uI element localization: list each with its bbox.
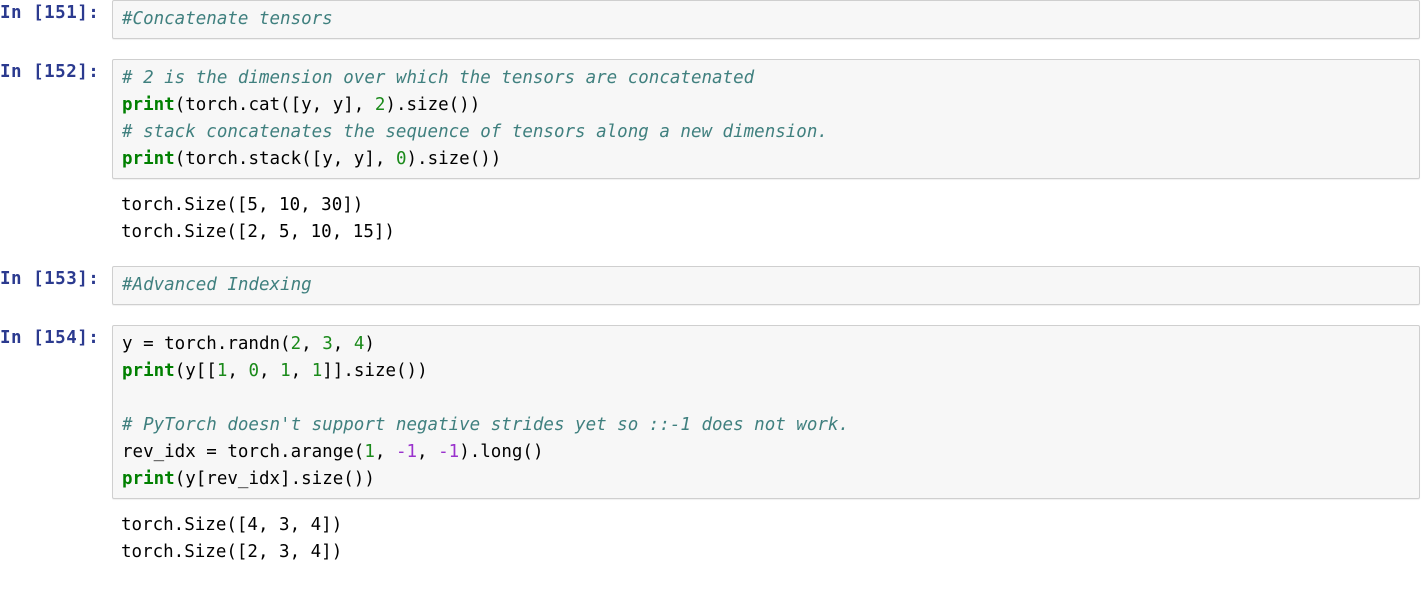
code-token-plain: , (332, 334, 354, 354)
cell-output-spacer (0, 179, 1425, 192)
output-prompt-spacer (0, 512, 112, 539)
code-token-plain: , (227, 361, 249, 381)
code-token-comment: # 2 is the dimension over which the tens… (122, 68, 755, 88)
code-line: #Advanced Indexing (122, 272, 1419, 299)
code-token-plain: y = torch.randn( (122, 334, 291, 354)
between-cells-spacer (0, 246, 1425, 266)
input-prompt-label: In [154]: (0, 328, 100, 348)
code-token-comment: #Advanced Indexing (122, 275, 312, 295)
output-line: torch.Size([4, 3, 4]) (121, 515, 343, 535)
code-token-number: 2 (374, 95, 386, 115)
code-line: # stack concatenates the sequence of ten… (122, 119, 1419, 146)
code-token-number: 0 (248, 361, 260, 381)
code-line: rev_idx = torch.arange(1, -1, -1).long() (122, 439, 1419, 466)
code-token-builtin: print (122, 149, 175, 169)
code-line: y = torch.randn(2, 3, 4) (122, 331, 1419, 358)
code-token-plain: ]].size()) (322, 361, 428, 381)
code-token-plain: , (290, 361, 312, 381)
code-token-plain: (y[rev_idx].size()) (174, 469, 375, 489)
code-token-plain: , (374, 442, 396, 462)
code-editor[interactable]: #Concatenate tensors (112, 0, 1420, 39)
output-line: torch.Size([2, 3, 4]) (121, 542, 343, 562)
input-prompt-label: In [152]: (0, 62, 100, 82)
code-token-builtin: print (122, 469, 175, 489)
code-line: print(y[rev_idx].size()) (122, 466, 1419, 493)
stdout-stream: torch.Size([5, 10, 30]) torch.Size([2, 5,… (112, 192, 1425, 246)
code-token-comment: #Concatenate tensors (122, 9, 333, 29)
input-prompt-label: In [153]: (0, 269, 100, 289)
code-token-plain: , (417, 442, 439, 462)
code-editor[interactable]: #Advanced Indexing (112, 266, 1420, 305)
between-cells-spacer (0, 305, 1425, 325)
code-token-number: 2 (290, 334, 302, 354)
code-line: # PyTorch doesn't support negative strid… (122, 412, 1419, 439)
code-token-builtin: print (122, 95, 175, 115)
code-token-number: 0 (395, 149, 407, 169)
code-token-number: 1 (280, 361, 291, 381)
code-token-plain: ).size()) (385, 95, 481, 115)
code-token-number: 3 (322, 334, 333, 354)
code-token-negative-number: -1 (395, 442, 418, 462)
code-line: print(torch.stack([y, y], 0).size()) (122, 146, 1419, 173)
code-editor[interactable]: y = torch.randn(2, 3, 4) print(y[[1, 0, 1… (112, 325, 1420, 499)
code-token-plain: (torch.stack([y, y], (174, 149, 396, 169)
code-line: # 2 is the dimension over which the tens… (122, 65, 1419, 92)
code-token-number: 1 (216, 361, 228, 381)
stdout-stream: torch.Size([4, 3, 4]) torch.Size([2, 3, 4… (112, 512, 1425, 566)
code-token-plain: , (301, 334, 323, 354)
code-token-plain: ).long() (459, 442, 544, 462)
code-token-comment: # stack concatenates the sequence of ten… (122, 122, 828, 142)
code-line: print(torch.cat([y, y], 2).size()) (122, 92, 1419, 119)
code-token-number: 1 (311, 361, 323, 381)
code-cell[interactable]: In [153]: #Advanced Indexing (0, 266, 1425, 305)
code-token-builtin: print (122, 361, 175, 381)
cell-output: torch.Size([5, 10, 30]) torch.Size([2, 5,… (0, 192, 1425, 246)
code-cell[interactable]: In [154]: y = torch.randn(2, 3, 4) print(y… (0, 325, 1425, 499)
cell-output-spacer (0, 499, 1425, 512)
code-token-negative-number: -1 (438, 442, 460, 462)
output-line: torch.Size([2, 5, 10, 15]) (121, 222, 395, 242)
code-token-plain: (y[[ (174, 361, 217, 381)
code-cell[interactable]: In [152]: # 2 is the dimension over which… (0, 59, 1425, 179)
code-line: print(y[[1, 0, 1, 1]].size()) (122, 358, 1419, 385)
output-line: torch.Size([5, 10, 30]) (121, 195, 364, 215)
output-prompt-spacer (0, 192, 112, 219)
notebook-container: In [151]: #Concatenate tensors In [152]: # … (0, 0, 1425, 610)
code-cell[interactable]: In [151]: #Concatenate tensors (0, 0, 1425, 39)
code-token-plain: ) (364, 334, 375, 354)
code-editor[interactable]: # 2 is the dimension over which the tens… (112, 59, 1420, 179)
code-token-plain: (torch.cat([y, y], (174, 95, 375, 115)
cell-output: torch.Size([4, 3, 4]) torch.Size([2, 3, 4… (0, 512, 1425, 566)
code-line: #Concatenate tensors (122, 6, 1419, 33)
code-token-number: 4 (353, 334, 365, 354)
input-prompt-label: In [151]: (0, 3, 100, 23)
code-token-number: 1 (364, 442, 375, 462)
code-token-comment: # PyTorch doesn't support negative strid… (122, 415, 849, 435)
code-token-plain: , (259, 361, 281, 381)
code-token-plain: ).size()) (406, 149, 502, 169)
code-token-plain: rev_idx = torch.arange( (122, 442, 365, 462)
between-cells-spacer (0, 39, 1425, 59)
